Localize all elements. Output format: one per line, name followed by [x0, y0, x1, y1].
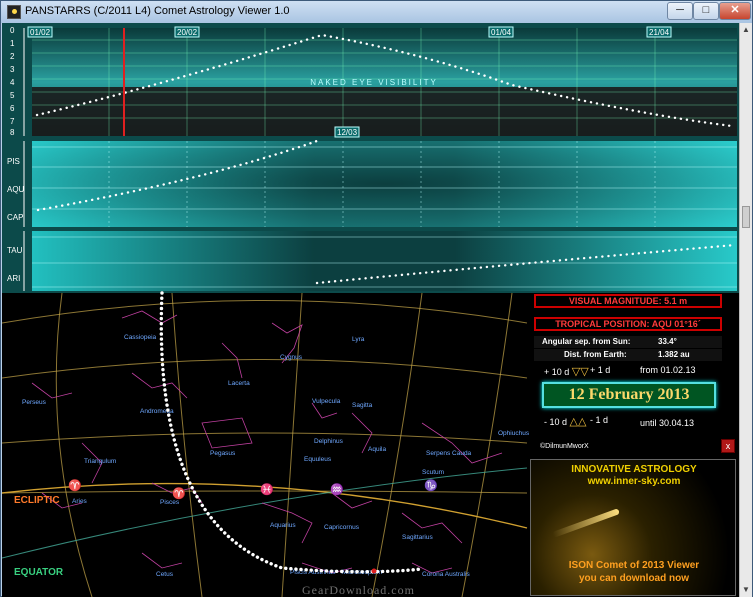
sign-label: CAP [7, 213, 23, 222]
constellation-label: Capricornus [324, 524, 360, 531]
constellation-label: Serpens Cauda [426, 450, 472, 457]
minus-10-days-button[interactable]: - 10 d △△ [544, 415, 586, 428]
tropical-position-box: TROPICAL POSITION: AQU 01°16´ [534, 317, 722, 331]
close-button[interactable]: ✕ [719, 2, 751, 20]
distance-row: Dist. from Earth: 1.382 au [534, 349, 722, 361]
distance-value: 1.382 au [658, 350, 690, 359]
position-chart-1: PIS AQU CAP 12/03 [2, 126, 739, 228]
minus-1-day-button[interactable]: - 1 d [590, 415, 608, 425]
vertical-scrollbar[interactable]: ▲ ▼ [739, 23, 752, 597]
comet-tail-icon [552, 508, 620, 538]
y-tick: 4 [10, 78, 15, 87]
constellation-label: Aquila [368, 446, 386, 453]
client-area: 0 1 2 3 4 5 6 7 8 01/02 20/02 01/04 21/0… [2, 23, 739, 597]
constellation-label: Cetus [156, 571, 174, 578]
constellation-label: Perseus [22, 399, 47, 406]
ad-line-3: ISON Comet of 2013 Viewer [568, 560, 700, 571]
visibility-y-ticks: 0 1 2 3 4 5 6 7 8 [10, 26, 15, 137]
plus-10-days-button[interactable]: + 10 d ▽▽ [544, 365, 589, 378]
until-date-text: until 30.04.13 [640, 418, 695, 428]
constellation-label: Corona Australis [422, 571, 470, 578]
y-tick: 5 [10, 91, 15, 100]
position-chart-2: TAU ARI [2, 228, 739, 293]
angular-sep-label: Angular sep. from Sun: [542, 337, 631, 346]
aries-glyph-icon: ♈ [172, 487, 186, 500]
y-tick: 1 [10, 39, 15, 48]
constellation-label: Cygnus [280, 354, 303, 361]
ad-line-4: you can download now [579, 573, 689, 584]
date-label: 01/02 [30, 28, 51, 37]
constellation-label: Ophiuchus [498, 430, 530, 437]
date-label: 01/04 [491, 28, 512, 37]
ad-url: www.inner-sky.com [587, 476, 681, 487]
ad-headline: INNOVATIVE ASTROLOGY [571, 464, 697, 475]
constellation-label: Scutum [422, 469, 444, 476]
equator-label: EQUATOR [14, 567, 64, 578]
maximize-button[interactable]: □ [693, 2, 719, 20]
constellation-label: Lyra [352, 336, 365, 343]
minimize-button[interactable]: ─ [667, 2, 693, 20]
current-date-display: 12 February 2013 [542, 382, 716, 408]
title-bar[interactable]: PANSTARRS (C/2011 L4) Comet Astrology Vi… [1, 1, 752, 23]
y-tick: 2 [10, 52, 15, 61]
capricorn-glyph-icon: ♑ [424, 479, 438, 492]
y-tick: 6 [10, 104, 15, 113]
ecliptic-label: ECLIPTIC [14, 495, 60, 506]
comet-current-position-icon [371, 568, 377, 574]
constellation-label: Triangulum [84, 458, 116, 465]
aries-glyph-icon: ♈ [68, 479, 82, 492]
constellation-label: Aquarius [270, 522, 296, 529]
y-tick: 8 [10, 128, 15, 137]
plus-10-label: + 10 d [544, 367, 570, 377]
credit-text: ©DilmunMworX [540, 443, 589, 450]
visibility-chart: 0 1 2 3 4 5 6 7 8 01/02 20/02 01/04 21/0… [2, 23, 739, 138]
distance-label: Dist. from Earth: [564, 350, 627, 359]
constellation-label: Delphinus [314, 438, 344, 445]
constellation-label: Equuleus [304, 456, 332, 463]
y-tick: 3 [10, 65, 15, 74]
close-ad-button[interactable]: x [721, 439, 735, 453]
comet-app-icon [7, 5, 21, 19]
pisces-glyph-icon: ♓ [260, 483, 274, 496]
visual-magnitude-box: VISUAL MAGNITUDE: 5.1 m [534, 294, 722, 308]
constellation-label: Aries [72, 498, 88, 505]
sign-label: TAU [7, 246, 23, 255]
plus-1-label: + 1 d [590, 365, 611, 375]
constellation-label: Lacerta [228, 380, 250, 387]
from-date-text: from 01.02.13 [640, 365, 696, 375]
sign-label: PIS [7, 157, 20, 166]
sign-label: AQU [7, 185, 25, 194]
plus-1-day-button[interactable]: + 1 d [590, 365, 610, 375]
star-map: Cassiopeia Cygnus Lyra Lacerta Vulpecula… [2, 291, 530, 597]
double-up-arrow-icon: △△ [569, 416, 587, 428]
constellation-label: Pisces [160, 499, 180, 506]
y-tick: 0 [10, 26, 15, 35]
scroll-thumb[interactable] [742, 206, 750, 228]
minus-1-label: - 1 d [590, 415, 609, 425]
angular-sep-value: 33.4° [658, 337, 677, 346]
app-window: PANSTARRS (C/2011 L4) Comet Astrology Vi… [0, 0, 753, 597]
advertisement-banner[interactable]: INNOVATIVE ASTROLOGY www.inner-sky.com I… [530, 459, 736, 596]
constellation-label: Vulpecula [312, 398, 341, 405]
naked-eye-visibility-label: NAKED EYE VISIBILITY [310, 78, 438, 87]
scroll-down-arrow-icon[interactable]: ▼ [742, 585, 750, 594]
constellation-label: Pegasus [210, 450, 236, 457]
double-down-arrow-icon: ▽▽ [571, 366, 589, 378]
y-tick: 7 [10, 117, 15, 126]
constellation-label: Sagittarius [402, 534, 433, 541]
sign-label: ARI [7, 274, 20, 283]
watermark: GearDownload.com [302, 583, 415, 597]
angular-sep-row: Angular sep. from Sun: 33.4° [534, 336, 722, 348]
aquarius-glyph-icon: ♒ [330, 483, 344, 496]
date-label: 21/04 [649, 28, 670, 37]
constellation-label: Cassiopeia [124, 334, 157, 341]
ingress-date-label: 12/03 [337, 128, 358, 137]
date-label: 20/02 [177, 28, 198, 37]
scroll-up-arrow-icon[interactable]: ▲ [742, 25, 750, 34]
constellation-label: Sagitta [352, 402, 373, 409]
window-title: PANSTARRS (C/2011 L4) Comet Astrology Vi… [25, 5, 290, 17]
minus-10-label: - 10 d [544, 417, 568, 427]
